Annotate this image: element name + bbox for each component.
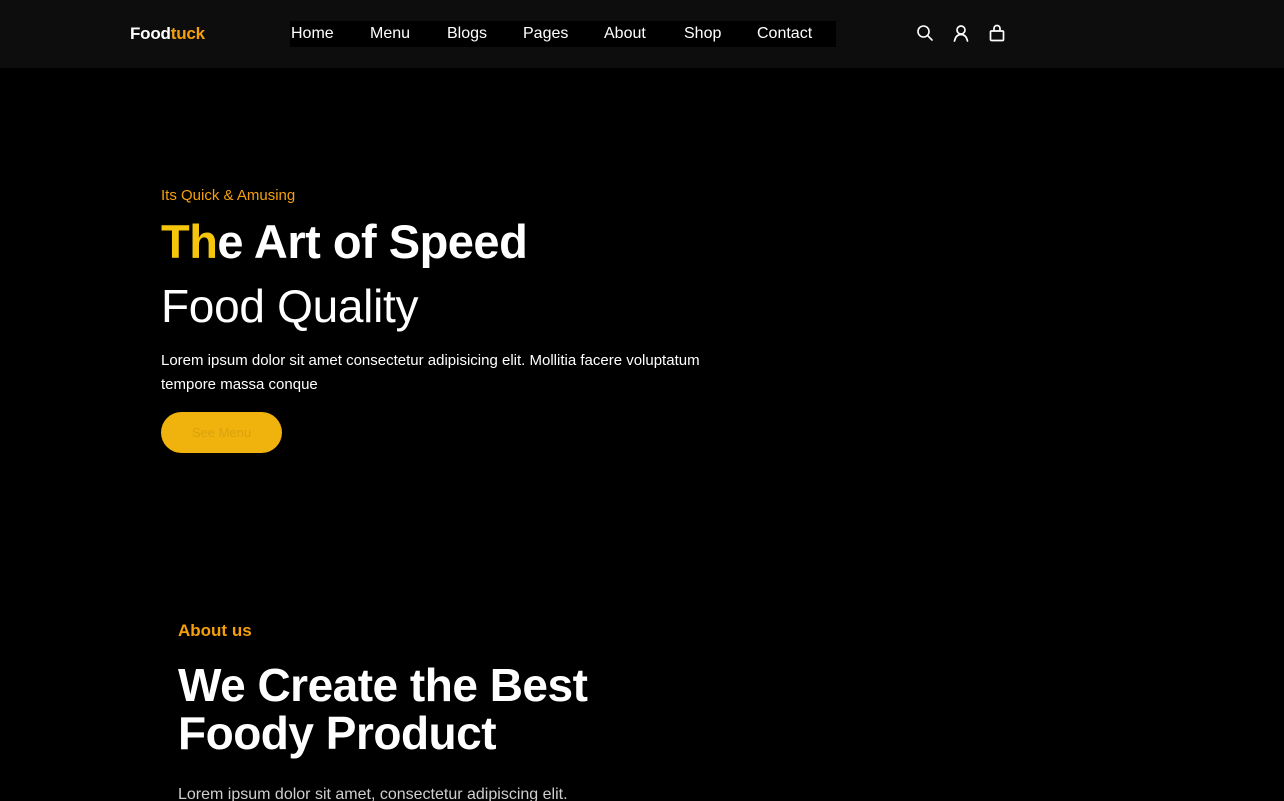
hero-subtitle: Food Quality [161, 280, 419, 332]
nav-blogs[interactable]: Blogs [447, 24, 487, 44]
bag-icon[interactable] [988, 24, 1006, 42]
about-label: About us [178, 621, 252, 640]
logo[interactable]: Foodtuck [130, 23, 205, 45]
nav-menu[interactable]: Menu [370, 24, 410, 44]
about-title: We Create the Best Foody Product [178, 659, 588, 759]
nav-pages[interactable]: Pages [523, 24, 568, 44]
main-nav: Home Menu Blogs Pages About Shop Contact [290, 21, 836, 47]
see-menu-button[interactable]: See Menu [161, 412, 282, 453]
nav-about[interactable]: About [604, 24, 646, 44]
search-icon[interactable] [916, 24, 934, 42]
logo-text-accent: tuck [170, 24, 205, 43]
hero-title-highlight: Th [161, 215, 218, 268]
hero-tagline: Its Quick & Amusing [161, 187, 296, 204]
nav-home[interactable]: Home [291, 24, 334, 44]
hero-description: Lorem ipsum dolor sit amet consectetur a… [161, 352, 700, 393]
hero-title-rest: e Art of Speed [217, 215, 528, 268]
page: Foodtuck Home Menu Blogs Pages About Sho… [0, 0, 1284, 801]
nav-shop[interactable]: Shop [684, 24, 721, 44]
logo-text-primary: Food [130, 24, 171, 43]
site-header: Foodtuck Home Menu Blogs Pages About Sho… [0, 0, 1284, 68]
user-icon[interactable] [952, 24, 970, 42]
nav-contact[interactable]: Contact [757, 24, 812, 44]
hero-title: The Art of Speed [161, 214, 528, 270]
about-text: Lorem ipsum dolor sit amet, consectetur … [178, 786, 568, 801]
